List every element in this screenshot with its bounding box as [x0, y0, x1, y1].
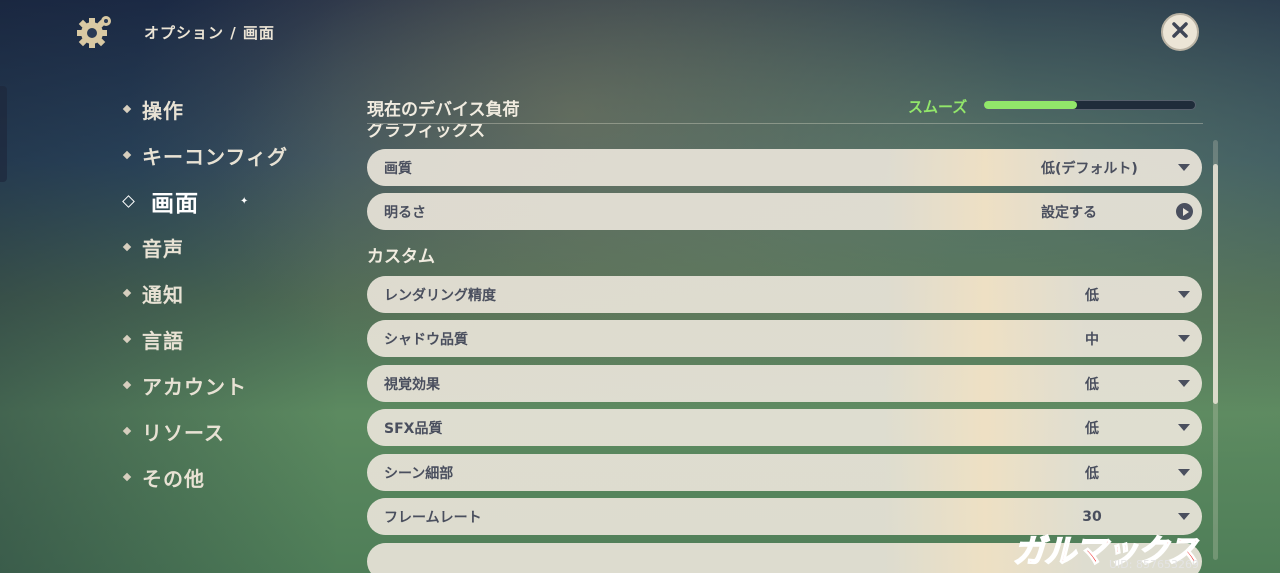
setting-value: 低 — [1085, 420, 1099, 437]
setting-value: 中 — [1085, 331, 1099, 348]
play-circle-icon[interactable] — [1176, 203, 1193, 220]
nav-item-label: 画面 — [151, 191, 199, 217]
setting-label: 視覚効果 — [384, 376, 440, 393]
setting-value: 低(デフォルト) — [1041, 160, 1138, 177]
nav-bullet-icon — [122, 334, 132, 344]
sidebar-nav: 操作 キーコンフィグ 画面 ✦ 音声 通知 言語 アカウント リソース その他 — [122, 86, 288, 500]
nav-bullet-icon — [122, 288, 132, 298]
setting-value: 30 — [1082, 508, 1102, 525]
nav-item-controls[interactable]: 操作 — [122, 86, 288, 132]
nav-bullet-icon — [122, 194, 135, 208]
nav-item-key-config[interactable]: キーコンフィグ — [122, 132, 288, 178]
section-title-custom: カスタム — [367, 247, 435, 267]
chevron-down-icon — [1178, 291, 1190, 298]
setting-label: シーン細部 — [384, 465, 454, 482]
chevron-down-icon — [1178, 469, 1190, 476]
chevron-down-icon — [1178, 380, 1190, 387]
setting-row-brightness[interactable]: 明るさ 設定する — [367, 193, 1202, 230]
nav-item-account[interactable]: アカウント — [122, 362, 288, 408]
nav-item-label: 通知 — [142, 282, 184, 307]
nav-item-other[interactable]: その他 — [122, 454, 288, 500]
side-edge-tab — [0, 86, 7, 182]
sparkle-icon: ✦ — [240, 196, 249, 207]
settings-list[interactable]: グラフィックス 画質 低(デフォルト) 明るさ 設定する カスタム レンダリング… — [367, 124, 1203, 573]
nav-bullet-icon — [122, 104, 132, 114]
nav-bullet-icon — [122, 242, 132, 252]
device-load-bar-fill — [984, 101, 1077, 109]
device-load-bar — [983, 100, 1196, 110]
close-icon — [1170, 20, 1190, 44]
setting-value: 低 — [1085, 465, 1099, 482]
setting-row-render-resolution[interactable]: レンダリング精度 低 — [367, 276, 1202, 313]
chevron-down-icon — [1178, 513, 1190, 520]
device-load-panel: 現在のデバイス負荷 スムーズ — [367, 92, 1203, 124]
setting-row-sfx-quality[interactable]: SFX品質 低 — [367, 409, 1202, 446]
nav-item-label: アカウント — [142, 374, 247, 399]
setting-label: フレームレート — [384, 509, 482, 526]
nav-item-label: 言語 — [142, 328, 184, 353]
nav-item-audio[interactable]: 音声 — [122, 224, 288, 270]
nav-item-label: 操作 — [142, 98, 184, 123]
chevron-down-icon — [1178, 335, 1190, 342]
nav-bullet-icon — [122, 426, 132, 436]
setting-row-shadow-quality[interactable]: シャドウ品質 中 — [367, 320, 1202, 357]
uid-label: UID: 857653269 — [1109, 558, 1199, 571]
nav-item-notifications[interactable]: 通知 — [122, 270, 288, 316]
setting-value: 低 — [1085, 376, 1099, 393]
section-title-graphics: グラフィックス — [367, 124, 486, 141]
setting-label: 画質 — [384, 160, 412, 177]
setting-label: レンダリング精度 — [384, 287, 496, 304]
chevron-down-icon — [1178, 424, 1190, 431]
scrollbar-thumb[interactable] — [1213, 164, 1218, 404]
nav-item-label: リソース — [142, 420, 225, 445]
setting-value: 設定する — [1041, 204, 1097, 221]
device-load-status: スムーズ — [908, 98, 968, 116]
nav-bullet-icon — [122, 150, 132, 160]
setting-label: シャドウ品質 — [384, 331, 468, 348]
setting-value: 低 — [1085, 287, 1099, 304]
setting-row-scene-detail[interactable]: シーン細部 低 — [367, 454, 1202, 491]
setting-row-visual-effects[interactable]: 視覚効果 低 — [367, 365, 1202, 402]
nav-item-label: その他 — [142, 466, 205, 491]
gear-icon — [74, 12, 114, 52]
device-load-title: 現在のデバイス負荷 — [367, 100, 520, 120]
nav-item-resources[interactable]: リソース — [122, 408, 288, 454]
nav-item-language[interactable]: 言語 — [122, 316, 288, 362]
nav-bullet-icon — [122, 472, 132, 482]
setting-row-graphics-quality[interactable]: 画質 低(デフォルト) — [367, 149, 1202, 186]
setting-label: 明るさ — [384, 204, 426, 221]
close-button[interactable] — [1161, 13, 1199, 51]
breadcrumb: オプション / 画面 — [144, 23, 275, 42]
nav-item-display[interactable]: 画面 ✦ — [122, 178, 288, 224]
nav-item-label: キーコンフィグ — [142, 144, 288, 169]
nav-item-label: 音声 — [142, 236, 184, 261]
header: オプション / 画面 — [74, 12, 275, 52]
nav-bullet-icon — [122, 380, 132, 390]
setting-label: SFX品質 — [384, 420, 443, 437]
chevron-down-icon — [1178, 164, 1190, 171]
